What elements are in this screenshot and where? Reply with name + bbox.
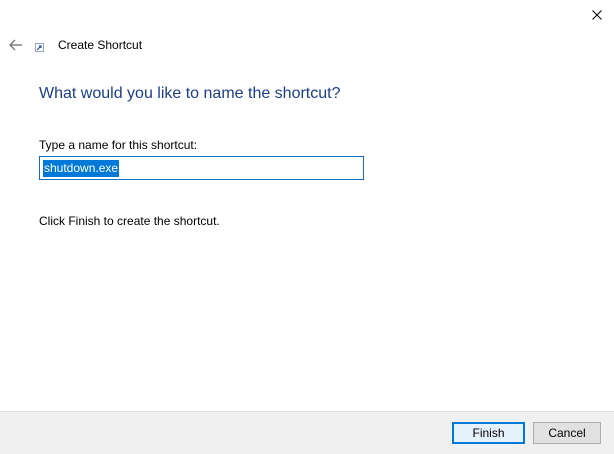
page-heading: What would you like to name the shortcut… (39, 85, 341, 102)
wizard-title: Create Shortcut (58, 38, 143, 52)
dialog-footer: Finish Cancel (0, 411, 614, 454)
shortcut-icon (35, 43, 44, 52)
close-icon (592, 10, 602, 20)
finish-button[interactable]: Finish (452, 422, 525, 444)
back-button[interactable] (6, 36, 26, 54)
cancel-button[interactable]: Cancel (533, 422, 601, 444)
shortcut-name-label: Type a name for this shortcut: (39, 138, 198, 152)
create-shortcut-dialog: Create Shortcut What would you like to n… (0, 0, 614, 454)
close-button[interactable] (582, 4, 612, 26)
back-arrow-icon (9, 39, 22, 51)
finish-instruction: Click Finish to create the shortcut. (39, 214, 220, 228)
shortcut-name-input[interactable]: shutdown.exe (39, 156, 364, 180)
shortcut-name-value: shutdown.exe (43, 159, 120, 177)
